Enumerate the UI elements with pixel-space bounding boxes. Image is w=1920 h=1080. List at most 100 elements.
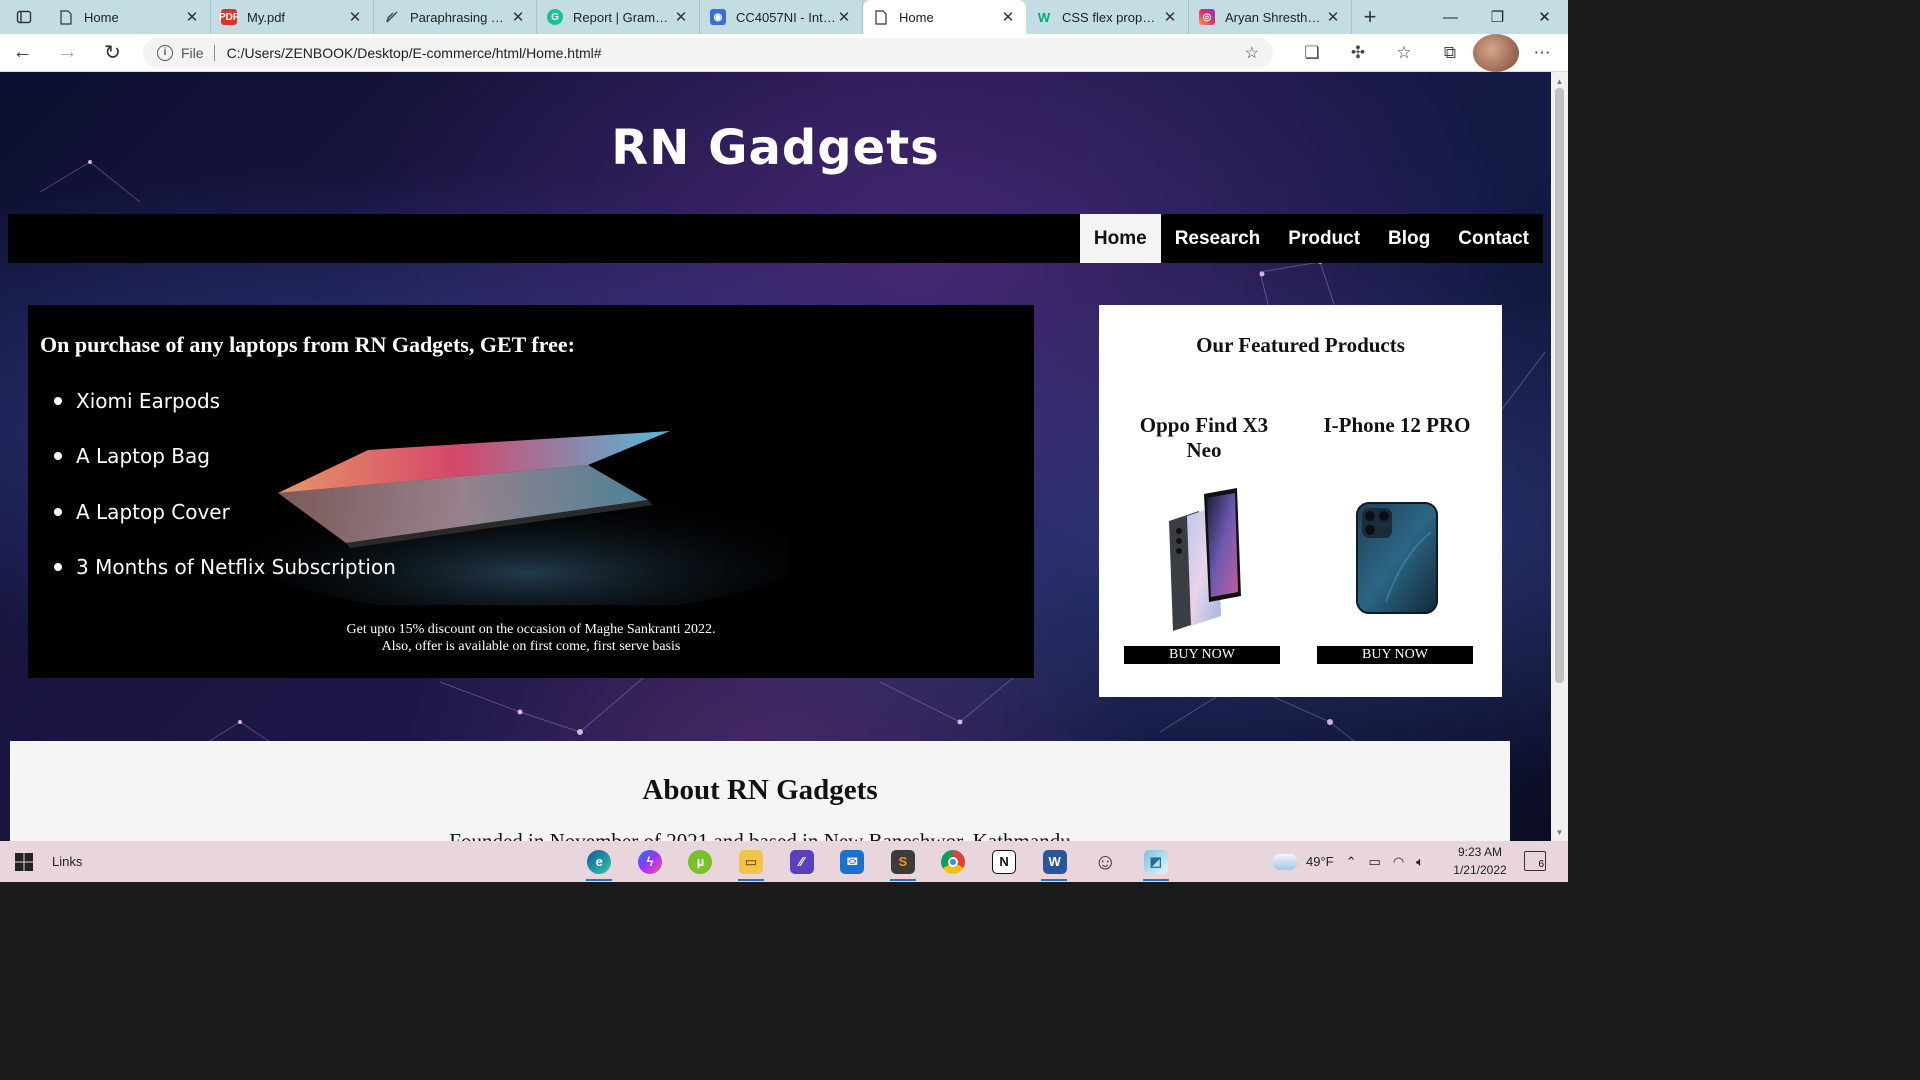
weather-icon[interactable] xyxy=(1272,853,1298,870)
new-tab-button[interactable]: + xyxy=(1352,0,1388,34)
volume-icon[interactable]: 🔈︎ xyxy=(1416,854,1424,870)
scroll-up-icon[interactable]: ▲ xyxy=(1551,74,1568,88)
taskbar-clock[interactable]: 9:23 AM 1/21/2022 xyxy=(1444,843,1516,879)
scroll-down-icon[interactable]: ▼ xyxy=(1551,825,1568,839)
page-scrollbar[interactable]: ▲ ▼ xyxy=(1551,72,1568,841)
collections-icon[interactable]: ❏ xyxy=(1289,34,1335,72)
availability-line: Also, offer is available on first come, … xyxy=(381,639,681,654)
quill-icon xyxy=(384,9,400,25)
clock-date: 1/21/2022 xyxy=(1453,863,1507,877)
taskbar-mail[interactable]: ✉ xyxy=(827,841,878,882)
address-bar[interactable]: i File C:/Users/ZENBOOK/Desktop/E-commer… xyxy=(143,37,1273,68)
close-icon[interactable]: ✕ xyxy=(673,8,689,26)
close-window-icon[interactable]: ✕ xyxy=(1521,0,1568,34)
taskbar-chrome[interactable] xyxy=(928,841,979,882)
avatar xyxy=(1473,33,1519,72)
tab-title: Aryan Shrestha (@ xyxy=(1225,9,1325,25)
tab-title: My.pdf xyxy=(247,9,286,25)
url-separator xyxy=(213,44,215,61)
more-menu-icon[interactable]: ⋯ xyxy=(1519,34,1565,72)
add-favorite-icon[interactable]: ☆ xyxy=(1245,43,1259,63)
notification-center-button[interactable]: 6 xyxy=(1524,851,1546,871)
url-scheme-label: File xyxy=(181,44,204,61)
buy-now-button[interactable]: BUY NOW xyxy=(1124,646,1280,664)
collections-add-icon[interactable]: ⧉ xyxy=(1427,34,1473,72)
taskbar-feedback[interactable]: ☺ xyxy=(1080,841,1131,882)
info-icon[interactable]: i xyxy=(157,44,173,61)
free-items-list: Xiomi Earpods A Laptop Bag A Laptop Cove… xyxy=(76,373,396,595)
buy-now-button[interactable]: BUY NOW xyxy=(1317,646,1473,664)
system-tray: 49°F ⌃ ▭ ◠ 🔈︎ xyxy=(1272,841,1424,882)
product-card: I-Phone 12 PRO BUY NOW xyxy=(1317,413,1477,664)
wifi-icon[interactable]: ◠ xyxy=(1393,854,1404,870)
extensions-icon[interactable]: ✣ xyxy=(1335,34,1381,72)
forward-button[interactable]: → xyxy=(45,34,90,72)
restore-icon[interactable]: ❐ xyxy=(1474,0,1521,34)
close-icon[interactable]: ✕ xyxy=(1162,8,1178,26)
browser-tab[interactable]: Paraphrasing Tool ✕ xyxy=(374,0,537,34)
taskbar-notion[interactable]: N xyxy=(979,841,1030,882)
browser-tab[interactable]: W CSS flex property ✕ xyxy=(1026,0,1189,34)
nav-product[interactable]: Product xyxy=(1274,214,1374,263)
nav-contact[interactable]: Contact xyxy=(1444,214,1543,263)
window-controls: — ❐ ✕ xyxy=(1427,0,1568,34)
nav-research[interactable]: Research xyxy=(1161,214,1275,263)
tab-actions-button[interactable] xyxy=(0,0,48,34)
close-icon[interactable]: ✕ xyxy=(184,8,200,26)
tab-title: CC4057NI - Introduction xyxy=(736,9,836,25)
offer-heading: On purchase of any laptops from RN Gadge… xyxy=(40,332,575,357)
profile-button[interactable] xyxy=(1473,33,1519,72)
back-button[interactable]: ← xyxy=(0,34,45,72)
close-icon[interactable]: ✕ xyxy=(1000,8,1016,26)
weather-temperature[interactable]: 49°F xyxy=(1306,854,1334,869)
browser-tab[interactable]: Home ✕ xyxy=(48,0,211,34)
browser-tab-active[interactable]: Home ✕ xyxy=(863,0,1026,34)
taskbar-edge[interactable]: e xyxy=(574,841,625,882)
folder-icon: ▭ xyxy=(739,849,764,874)
taskbar-app[interactable]: ◩ xyxy=(1131,841,1182,882)
close-icon[interactable]: ✕ xyxy=(836,8,852,26)
taskbar-utorrent[interactable]: µ xyxy=(675,841,726,882)
minimize-icon[interactable]: — xyxy=(1427,0,1474,34)
browser-tab[interactable]: ◉ CC4057NI - Introduction ✕ xyxy=(700,0,863,34)
taskbar-sublime[interactable]: S xyxy=(878,841,929,882)
page-icon xyxy=(873,9,889,25)
favorites-icon[interactable]: ☆ xyxy=(1381,34,1427,72)
list-item: 3 Months of Netflix Subscription xyxy=(76,540,396,596)
taskbar-messenger[interactable]: ϟ xyxy=(625,841,676,882)
url-text[interactable]: C:/Users/ZENBOOK/Desktop/E-commerce/html… xyxy=(227,45,1245,61)
close-icon[interactable]: ✕ xyxy=(347,8,363,26)
instagram-icon: ◎ xyxy=(1199,9,1215,25)
scroll-thumb[interactable] xyxy=(1555,88,1564,683)
refresh-button[interactable]: ↻ xyxy=(90,34,135,72)
taskbar-word[interactable]: W xyxy=(1029,841,1080,882)
list-item: Xiomi Earpods xyxy=(76,373,396,429)
product-card: Oppo Find X3 Neo BUY NOW xyxy=(1124,413,1284,664)
chrome-icon xyxy=(941,849,966,874)
refresh-icon: ↻ xyxy=(104,42,121,64)
browser-tab[interactable]: G Report | Grammarly ✕ xyxy=(537,0,700,34)
visual-studio-icon: ∕∕ xyxy=(789,849,814,874)
close-icon[interactable]: ✕ xyxy=(1325,8,1341,26)
nav-home[interactable]: Home xyxy=(1079,214,1161,263)
page-viewport: RN Gadgets Home Research Product Blog Co… xyxy=(0,72,1551,841)
list-item: A Laptop Bag xyxy=(76,429,396,485)
close-icon[interactable]: ✕ xyxy=(510,8,526,26)
browser-tab[interactable]: ◎ Aryan Shrestha (@ ✕ xyxy=(1189,0,1352,34)
word-icon: W xyxy=(1042,849,1067,874)
messenger-icon: ϟ xyxy=(637,849,662,874)
chevron-up-icon[interactable]: ⌃ xyxy=(1346,854,1357,870)
tab-title: CSS flex property xyxy=(1062,9,1162,25)
nav-blog[interactable]: Blog xyxy=(1374,214,1444,263)
taskbar-visual-studio[interactable]: ∕∕ xyxy=(776,841,827,882)
smiley-icon: ☺ xyxy=(1094,848,1117,874)
tab-title: Report | Grammarly xyxy=(573,9,673,25)
links-toolbar[interactable]: Links xyxy=(52,854,82,869)
grammarly-icon: G xyxy=(547,9,563,25)
battery-icon[interactable]: ▭ xyxy=(1369,854,1381,870)
start-button[interactable] xyxy=(0,841,48,882)
taskbar-file-explorer[interactable]: ▭ xyxy=(726,841,777,882)
notification-count: 6 xyxy=(1538,859,1544,870)
browser-tab[interactable]: PDF My.pdf ✕ xyxy=(211,0,374,34)
tab-title: Home xyxy=(84,9,119,25)
